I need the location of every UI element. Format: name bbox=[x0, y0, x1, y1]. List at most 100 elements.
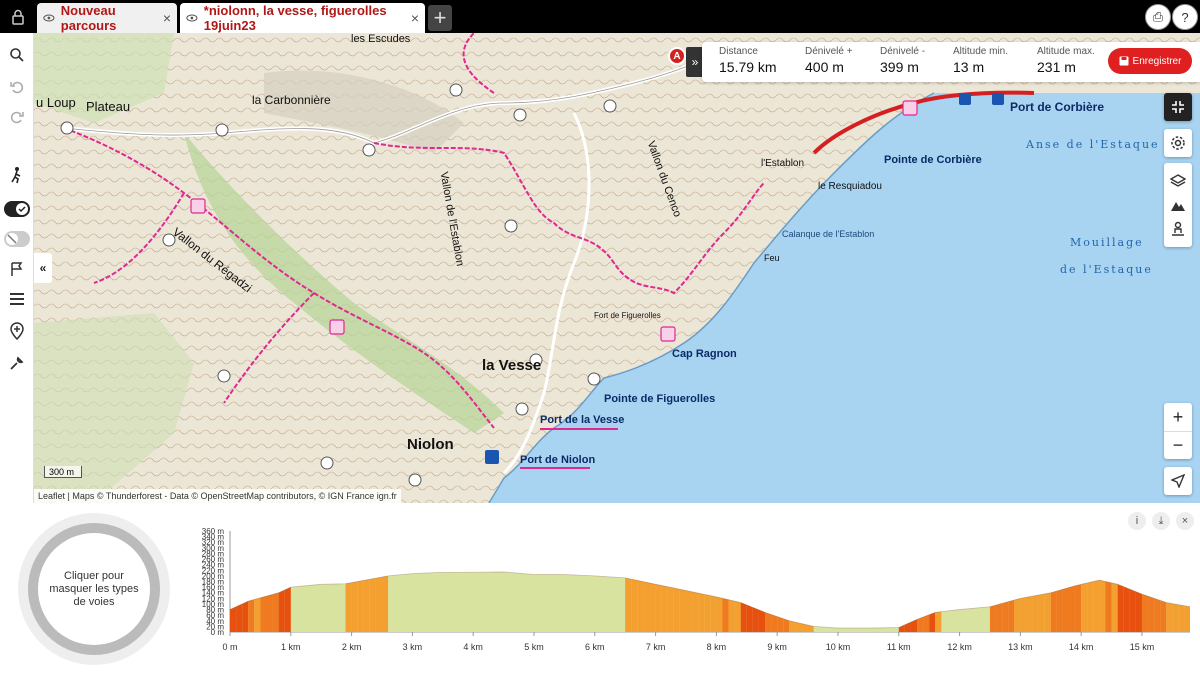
slope-segment bbox=[1129, 571, 1136, 632]
x-tick-label: 14 km bbox=[1069, 642, 1094, 652]
donut-hint: Cliquer pour masquer les types de voies bbox=[38, 533, 150, 645]
print-button[interactable]: ⎙ bbox=[1145, 4, 1171, 30]
map-attribution: Leaflet | Maps © Thunderforest - Data © … bbox=[34, 489, 401, 503]
slope-segment bbox=[272, 571, 279, 632]
slope-segment bbox=[917, 571, 924, 632]
slope-segment bbox=[740, 571, 747, 632]
tab-close-icon[interactable]: × bbox=[411, 10, 419, 26]
slope-segment bbox=[765, 571, 772, 632]
settings-button[interactable] bbox=[1164, 129, 1192, 157]
slope-segment bbox=[728, 571, 735, 632]
label-anse-estaque: Anse de l'Estaque bbox=[1026, 138, 1160, 151]
stat-distance: Distance 15.79 km bbox=[719, 46, 777, 75]
stat-elevation-loss: Dénivelé -399 m bbox=[880, 46, 926, 75]
slope-segment bbox=[1117, 571, 1124, 632]
slope-segment bbox=[254, 571, 261, 632]
left-toolbar bbox=[0, 33, 34, 503]
slope-segment bbox=[935, 571, 942, 632]
x-tick-label: 2 km bbox=[342, 642, 362, 652]
add-location-icon[interactable] bbox=[5, 319, 29, 343]
eye-icon bbox=[186, 14, 198, 22]
scale-bar: 300 m bbox=[44, 466, 82, 478]
wrench-icon[interactable] bbox=[5, 351, 29, 375]
elevation-chart[interactable]: 360 m340 m320 m300 m280 m260 m240 m220 m… bbox=[185, 525, 1195, 665]
x-tick-label: 11 km bbox=[887, 642, 911, 652]
slope-segment bbox=[1069, 571, 1076, 632]
x-tick-label: 9 km bbox=[767, 642, 787, 652]
label-port-niolon: Port de Niolon bbox=[520, 454, 596, 466]
close-profile-button[interactable]: × bbox=[1176, 512, 1194, 530]
map-view[interactable]: la Carbonnière Plateau u Loup les Escude… bbox=[34, 33, 1200, 503]
slope-segment bbox=[929, 571, 936, 632]
slope-segment bbox=[685, 571, 693, 632]
start-marker[interactable]: A bbox=[668, 47, 686, 65]
slope-segment bbox=[667, 571, 674, 632]
tab-label: *niolonn, la vesse, figuerolles 19juin23 bbox=[203, 3, 387, 33]
label-la-vesse: la Vesse bbox=[482, 357, 542, 374]
flag-icon[interactable] bbox=[5, 257, 29, 281]
tab-close-icon[interactable]: × bbox=[163, 10, 171, 26]
locate-button[interactable] bbox=[1164, 467, 1192, 495]
slope-segment bbox=[1166, 571, 1173, 632]
tab-nouveau-parcours[interactable]: Nouveau parcours × bbox=[37, 3, 177, 33]
collapse-sidebar-button[interactable]: « bbox=[34, 253, 52, 283]
help-button[interactable]: ? bbox=[1172, 4, 1198, 30]
download-button[interactable]: ⤓ bbox=[1152, 512, 1170, 530]
zoom-in-button[interactable]: + bbox=[1173, 403, 1184, 431]
slope-segment bbox=[278, 571, 285, 632]
x-tick-label: 0 m bbox=[222, 642, 237, 652]
slope-segment bbox=[1026, 571, 1033, 632]
hiker-icon[interactable] bbox=[5, 163, 29, 187]
slope-segment bbox=[1111, 571, 1118, 632]
slope-segment bbox=[1038, 571, 1045, 632]
slope-segment bbox=[655, 571, 662, 632]
road-type-donut[interactable]: Cliquer pour masquer les types de voies bbox=[18, 513, 170, 665]
layers-icon[interactable] bbox=[1170, 173, 1186, 189]
slope-segment bbox=[345, 571, 352, 632]
save-button[interactable]: Enregistrer bbox=[1108, 48, 1192, 74]
map-layers-group bbox=[1164, 163, 1192, 247]
info-button[interactable]: i bbox=[1128, 512, 1146, 530]
slope-segment bbox=[710, 571, 717, 632]
slope-segment bbox=[746, 571, 753, 632]
fullscreen-exit-icon bbox=[1172, 101, 1184, 113]
label-mouillage: Mouillage bbox=[1070, 236, 1144, 249]
redo-icon[interactable] bbox=[5, 105, 29, 129]
slope-segment bbox=[1148, 571, 1155, 632]
slope-segment bbox=[758, 571, 766, 632]
label-fort-figuerolles: Fort de Figuerolles bbox=[594, 311, 661, 320]
slope-segment bbox=[692, 571, 699, 632]
toggle-switch[interactable] bbox=[3, 197, 31, 221]
slope-segment bbox=[1056, 571, 1063, 632]
label-port-vesse: Port de la Vesse bbox=[540, 414, 625, 426]
person-pin-icon[interactable] bbox=[1170, 221, 1186, 237]
tab-niolon-route[interactable]: *niolonn, la vesse, figuerolles 19juin23… bbox=[180, 3, 425, 33]
slope-segment bbox=[1081, 571, 1088, 632]
label-cap-ragnon: Cap Ragnon bbox=[672, 348, 737, 360]
hide-toggle-icon[interactable] bbox=[3, 227, 31, 251]
zoom-out-button[interactable]: − bbox=[1164, 431, 1192, 459]
zoom-control: + − bbox=[1164, 403, 1192, 459]
slope-segment bbox=[1172, 571, 1179, 632]
x-tick-label: 7 km bbox=[646, 642, 666, 652]
new-tab-button[interactable]: + bbox=[428, 5, 452, 31]
slope-segment bbox=[898, 571, 905, 632]
label-plateau: Plateau bbox=[86, 99, 131, 114]
terrain-icon[interactable] bbox=[1170, 197, 1186, 213]
fullscreen-exit-button[interactable] bbox=[1164, 93, 1192, 121]
undo-icon[interactable] bbox=[5, 75, 29, 99]
label-calanque: Calanque de l'Establon bbox=[782, 229, 875, 239]
slope-segment bbox=[1184, 571, 1190, 632]
slope-segment bbox=[722, 571, 729, 632]
slope-segment bbox=[1075, 571, 1082, 632]
menu-icon[interactable] bbox=[5, 287, 29, 311]
slope-segment bbox=[248, 571, 255, 632]
search-icon[interactable] bbox=[5, 43, 29, 67]
label-loup: u Loup bbox=[36, 95, 76, 110]
lock-icon[interactable] bbox=[0, 0, 35, 33]
label-les-escudes: les Escudes bbox=[351, 33, 411, 45]
tab-label: Nouveau parcours bbox=[60, 3, 117, 33]
label-pointe-figuerolles: Pointe de Figuerolles bbox=[604, 393, 716, 405]
slope-segment bbox=[771, 571, 778, 632]
slope-segment bbox=[795, 571, 802, 632]
